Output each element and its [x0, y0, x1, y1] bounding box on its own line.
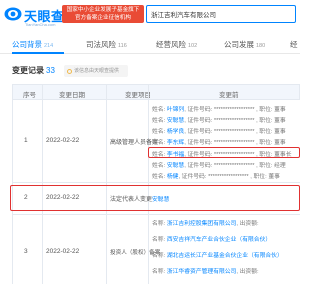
list-item: 姓名: 叶锦列, 证件号码: ****************** , 职位: … [152, 107, 286, 113]
company-link[interactable]: 西安吉祥汽车产业合伙企业（有限合伙） [167, 237, 271, 243]
tab-count: 214 [44, 43, 54, 49]
person-link[interactable]: 杨健 [167, 174, 179, 180]
highlight-box [148, 147, 300, 158]
tab-operating-risk[interactable]: 经营风险 102 [156, 39, 197, 50]
list-item: 姓名: 杨健, 证件号码: ****************** , 职位: 董… [152, 174, 280, 180]
row-item: 高级管理人员备案 [110, 140, 159, 146]
person-link[interactable]: 杨学良 [167, 129, 184, 135]
list-item: 姓名: 杨学良, 证件号码: ****************** , 职位: … [152, 129, 286, 135]
list-item: 名称: 浙江华睿资产管理有限公司, 出资额: [152, 269, 259, 275]
tab-company-background[interactable]: 公司背景 214 [12, 39, 53, 50]
tianyancha-logo[interactable]: 天眼查 TianYanCha.com [4, 4, 64, 27]
row-date: 2022-02-22 [46, 137, 80, 144]
tab-operating-status[interactable]: 经 [290, 39, 298, 50]
section-title-text: 变更记录 [12, 66, 44, 75]
grid-line [12, 182, 300, 183]
highlight-box [10, 185, 300, 211]
promo-banner[interactable]: 国家中小企业发展子基金旗下 官方备案企业征信机构 [62, 5, 144, 23]
company-link[interactable]: 浙江吉利控股集团有限公司 [167, 221, 237, 227]
source-hint-badge: 该信息由天眼查提供 [64, 65, 128, 77]
tab-label: 公司背景 [12, 40, 42, 49]
person-link[interactable]: 安聪慧 [167, 118, 184, 124]
tab-count: 102 [188, 43, 198, 49]
hint-text: 该信息由天眼查提供 [74, 68, 120, 74]
section-title: 变更记录 33 [12, 65, 55, 76]
section-count: 33 [46, 66, 55, 75]
row-seq: 3 [24, 248, 28, 255]
tab-company-development[interactable]: 公司发展 180 [224, 39, 265, 50]
table-header: 序号 变更日期 变更项目 变更前 [12, 84, 300, 100]
info-icon [67, 68, 72, 74]
col-date: 变更日期 [59, 92, 85, 99]
grid-line [42, 84, 43, 284]
company-search-input[interactable] [146, 5, 296, 23]
list-item: 名称: 湖北吉运长江产业基金合伙企业（有限合伙） [152, 253, 283, 259]
active-tab-indicator [12, 52, 64, 54]
promo-line-1: 国家中小企业发展子基金旗下 [66, 7, 140, 13]
person-link[interactable]: 李东辉 [167, 140, 184, 146]
grid-line [106, 84, 107, 284]
tab-count: 180 [256, 43, 266, 49]
row-seq: 1 [24, 137, 28, 144]
list-item: 姓名: 安聪慧, 证件号码: ****************** , 职位: … [152, 118, 286, 124]
col-before: 变更前 [219, 92, 239, 99]
company-tabs: 公司背景 214 司法风险 116 经营风险 102 公司发展 180 经 [0, 34, 300, 54]
grid-line [12, 214, 300, 215]
tab-count: 116 [118, 43, 127, 49]
tab-label: 司法风险 [86, 40, 116, 49]
logo-subtext: TianYanCha.com [25, 22, 56, 27]
list-item: 姓名: 李东辉, 证件号码: ****************** , 职位: … [152, 140, 286, 146]
row-date: 2022-02-22 [46, 248, 80, 255]
list-item: 名称: 西安吉祥汽车产业合伙企业（有限合伙） [152, 237, 272, 243]
company-link[interactable]: 浙江华睿资产管理有限公司 [167, 269, 237, 275]
company-link[interactable]: 湖北吉运长江产业基金合伙企业（有限合伙） [167, 253, 283, 259]
tab-label: 公司发展 [224, 40, 254, 49]
tab-label: 经 [290, 40, 298, 49]
tab-judicial-risk[interactable]: 司法风险 116 [86, 39, 127, 50]
tab-label: 经营风险 [156, 40, 186, 49]
col-seq: 序号 [23, 92, 36, 99]
eye-icon [4, 7, 22, 21]
person-link[interactable]: 叶锦列 [167, 107, 184, 113]
top-header: 天眼查 TianYanCha.com 国家中小企业发展子基金旗下 官方备案企业征… [0, 0, 300, 34]
person-link[interactable]: 安聪慧 [167, 163, 184, 169]
list-item: 姓名: 安聪慧, 证件号码: ****************** , 职位: … [152, 163, 286, 169]
promo-line-2: 官方备案企业征信机构 [75, 15, 131, 21]
list-item: 名称: 浙江吉利控股集团有限公司, 出资额: [152, 221, 259, 227]
